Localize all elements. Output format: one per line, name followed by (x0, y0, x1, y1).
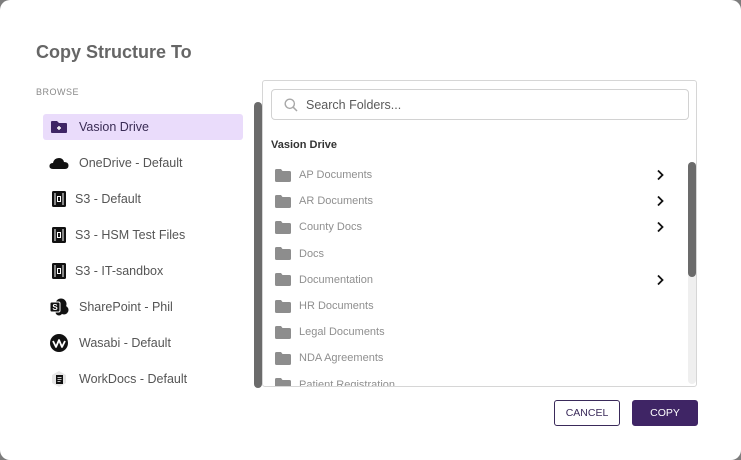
source-item-sharepoint[interactable]: S SharePoint - Phil (43, 294, 243, 320)
source-list-scrollbar[interactable] (254, 102, 262, 388)
source-item-s3-hsm-test-files[interactable]: S3 - HSM Test Files (43, 222, 243, 248)
folder-icon (275, 168, 291, 182)
search-input[interactable] (306, 97, 666, 112)
folder-item[interactable]: NDA Agreements (275, 345, 675, 371)
folder-item[interactable]: Legal Documents (275, 319, 675, 345)
folder-item[interactable]: County Docs (275, 214, 675, 240)
source-item-wasabi[interactable]: Wasabi - Default (43, 330, 243, 356)
browse-label: BROWSE (36, 87, 80, 97)
source-label: SharePoint - Phil (79, 300, 173, 314)
folder-name: County Docs (299, 221, 362, 234)
folder-icon (275, 273, 291, 287)
folder-item[interactable]: HR Documents (275, 293, 675, 319)
source-label: S3 - HSM Test Files (75, 228, 186, 242)
chevron-right-icon[interactable] (655, 221, 665, 233)
source-list: Vasion Drive OneDrive - Default S3 - Def… (43, 114, 243, 402)
folder-icon (275, 378, 291, 386)
folder-name: Docs (299, 247, 325, 260)
folder-icon (275, 247, 291, 261)
source-label: OneDrive - Default (79, 156, 183, 170)
folder-browser-panel: Vasion Drive AP Documents AR Documents C… (262, 80, 697, 387)
onedrive-icon (49, 153, 69, 173)
folder-icon (275, 299, 291, 313)
scrollbar-thumb[interactable] (688, 162, 696, 277)
folder-name: NDA Agreements (299, 352, 384, 365)
copy-button[interactable]: COPY (632, 400, 698, 426)
folder-item[interactable]: AP Documents (275, 162, 675, 188)
folder-icon (275, 325, 291, 339)
source-label: Wasabi - Default (79, 336, 171, 350)
folder-list: AP Documents AR Documents County Docs Do… (275, 162, 675, 387)
folder-icon (275, 220, 291, 234)
svg-text:S: S (52, 303, 58, 312)
source-item-workdocs[interactable]: WorkDocs - Default (43, 366, 243, 392)
source-label: WorkDocs - Default (79, 372, 188, 386)
source-item-onedrive[interactable]: OneDrive - Default (43, 150, 243, 176)
search-box (271, 89, 689, 120)
folder-icon (275, 351, 291, 365)
source-label: S3 - IT-sandbox (75, 264, 164, 278)
s3-icon (49, 261, 69, 281)
chevron-right-icon[interactable] (655, 195, 665, 207)
source-item-vasion-drive[interactable]: Vasion Drive (43, 114, 243, 140)
folder-section-title: Vasion Drive (271, 139, 338, 151)
folder-name: AR Documents (299, 195, 373, 208)
folder-name: Patient Registration (299, 378, 395, 387)
folder-icon (275, 194, 291, 208)
folder-name: AP Documents (299, 169, 373, 182)
chevron-right-icon[interactable] (655, 169, 665, 181)
source-label: Vasion Drive (79, 120, 149, 134)
dialog-title: Copy Structure To (36, 42, 192, 62)
folder-item[interactable]: AR Documents (275, 188, 675, 214)
chevron-right-icon[interactable] (655, 274, 665, 286)
folder-name: HR Documents (299, 300, 374, 313)
folder-item[interactable]: Documentation (275, 267, 675, 293)
workdocs-icon (49, 369, 69, 389)
search-icon (276, 98, 306, 112)
s3-icon (49, 225, 69, 245)
scrollbar-thumb[interactable] (254, 102, 262, 388)
source-label: S3 - Default (75, 192, 142, 206)
vasion-drive-icon (49, 117, 69, 137)
folder-item[interactable]: Patient Registration (275, 372, 675, 387)
s3-icon (49, 189, 69, 209)
source-item-s3-default[interactable]: S3 - Default (43, 186, 243, 212)
folder-name: Documentation (299, 273, 373, 286)
sharepoint-icon: S (49, 297, 69, 317)
folder-list-scrollbar[interactable] (688, 162, 696, 384)
copy-structure-dialog: Copy Structure To BROWSE Vasion Drive On… (0, 0, 741, 460)
folder-name: Legal Documents (299, 326, 385, 339)
folder-item[interactable]: Docs (275, 241, 675, 267)
wasabi-icon (49, 333, 69, 353)
cancel-button[interactable]: CANCEL (554, 400, 620, 426)
source-item-s3-it-sandbox[interactable]: S3 - IT-sandbox (43, 258, 243, 284)
